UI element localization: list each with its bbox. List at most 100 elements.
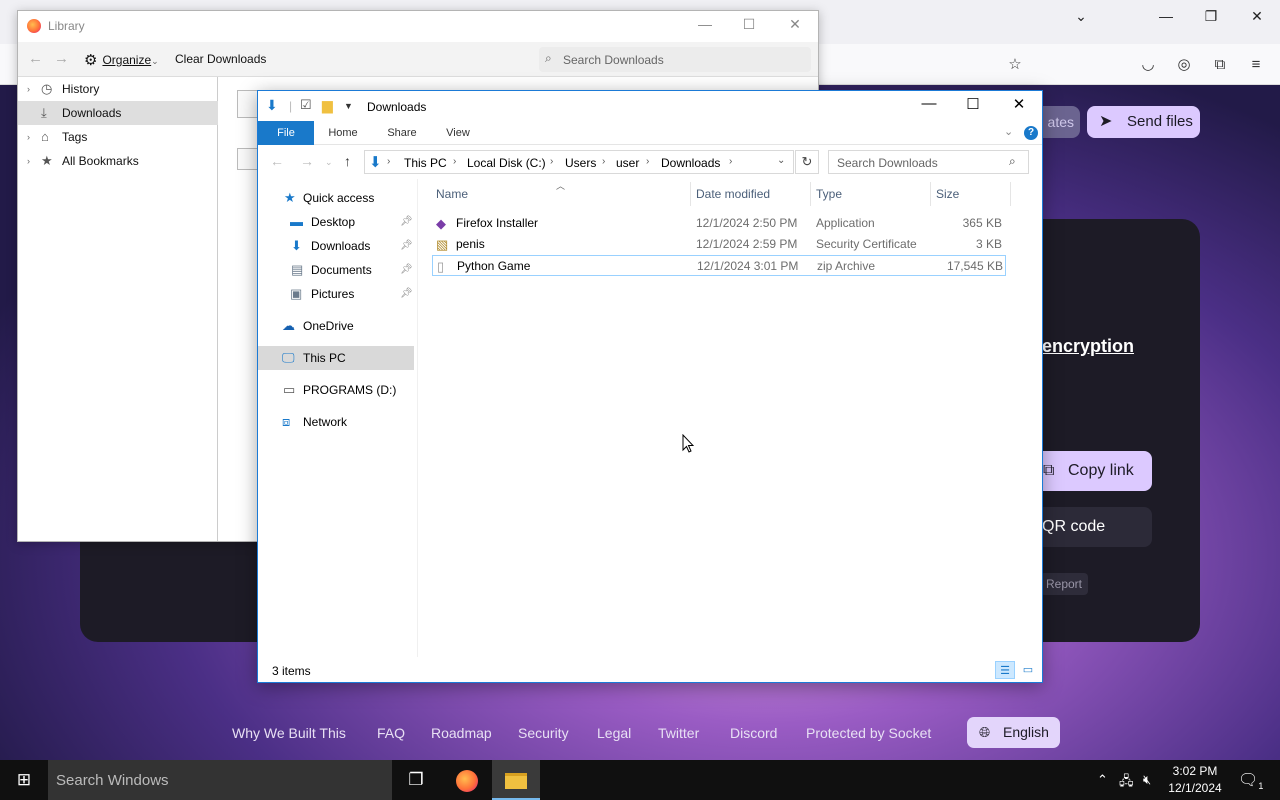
- library-minimize-button[interactable]: —: [682, 16, 728, 32]
- breadcrumb-user[interactable]: user: [616, 156, 639, 170]
- forward-arrow-icon[interactable]: →: [54, 50, 69, 67]
- network-tray-icon[interactable]: 🖧︎: [1119, 772, 1134, 794]
- task-view-icon[interactable]: ❐: [392, 760, 440, 800]
- copy-link-button[interactable]: ⧉ Copy link: [1035, 451, 1152, 491]
- breadcrumb-downloads[interactable]: Downloads: [661, 156, 720, 170]
- help-icon[interactable]: ?: [1024, 126, 1038, 140]
- explorer-titlebar: ⬇ | ☑ ▆ ▼ Downloads — ☐ ✕: [258, 91, 1042, 121]
- download-folder-icon: ⬇: [266, 97, 278, 113]
- sidebar-item-tags[interactable]: › ⌂ Tags: [18, 125, 218, 149]
- nav-this-pc[interactable]: 🖵︎ This PC: [258, 346, 414, 370]
- qr-code-button[interactable]: QR code: [1035, 507, 1152, 547]
- column-divider[interactable]: [1010, 182, 1011, 206]
- tab-file[interactable]: File: [258, 121, 314, 145]
- chevron-down-icon[interactable]: ⌄: [777, 155, 785, 166]
- file-explorer-taskbar-icon[interactable]: [492, 760, 540, 800]
- tab-view[interactable]: View: [436, 121, 480, 145]
- sidebar-item-all-bookmarks[interactable]: › ★ All Bookmarks: [18, 149, 218, 173]
- column-divider[interactable]: [930, 182, 931, 206]
- column-header-type[interactable]: Type: [816, 187, 842, 201]
- sidebar-item-downloads[interactable]: ⤓ Downloads: [18, 101, 218, 125]
- computer-icon: 🖵︎: [282, 350, 295, 365]
- navigation-pane: ★ Quick access ▬ Desktop 📌︎ ⬇ Downloads …: [258, 179, 418, 657]
- details-view-icon[interactable]: ☰: [995, 661, 1015, 679]
- file-row[interactable]: ◆ Firefox Installer 12/1/2024 2:50 PM Ap…: [432, 213, 1006, 234]
- clear-downloads-button[interactable]: Clear Downloads: [175, 52, 266, 66]
- footer-link[interactable]: Twitter: [658, 725, 699, 741]
- language-button[interactable]: 🌐︎ English: [967, 717, 1060, 748]
- breadcrumb-users[interactable]: Users: [565, 156, 596, 170]
- organize-menu[interactable]: ⚙ Organize⌄: [84, 51, 159, 69]
- expand-chevron-icon[interactable]: ›: [27, 77, 30, 101]
- star-icon: ★: [41, 153, 53, 168]
- pocket-icon[interactable]: ◡: [1137, 54, 1159, 76]
- back-arrow-icon[interactable]: ←: [270, 153, 284, 169]
- explorer-maximize-button[interactable]: ☐: [950, 95, 996, 113]
- nav-documents[interactable]: ▤ Documents 📌︎: [258, 258, 414, 282]
- column-header-name[interactable]: Name: [436, 187, 468, 201]
- chevron-up-icon[interactable]: ⌃: [1097, 772, 1108, 788]
- footer-link[interactable]: Protected by Socket: [806, 725, 931, 741]
- tabs-dropdown-icon[interactable]: ⌄: [1058, 8, 1104, 25]
- expand-chevron-icon[interactable]: ›: [27, 149, 30, 173]
- footer-link[interactable]: Roadmap: [431, 725, 492, 741]
- report-button[interactable]: Report: [1040, 573, 1088, 595]
- nav-onedrive[interactable]: ☁ OneDrive: [258, 314, 414, 338]
- sidebar-item-history[interactable]: › ◷ History: [18, 77, 218, 101]
- tab-share[interactable]: Share: [378, 121, 426, 145]
- nav-downloads[interactable]: ⬇ Downloads 📌︎: [258, 234, 414, 258]
- recent-locations-icon[interactable]: ⌄: [325, 157, 333, 168]
- footer-link[interactable]: Discord: [730, 725, 777, 741]
- browser-close-button[interactable]: ✕: [1234, 8, 1280, 25]
- footer-link[interactable]: Why We Built This: [232, 725, 346, 741]
- customize-toolbar-icon[interactable]: ▼: [344, 101, 353, 111]
- library-close-button[interactable]: ✕: [772, 16, 818, 33]
- nav-programs-drive[interactable]: ▭ PROGRAMS (D:): [258, 378, 414, 402]
- column-divider[interactable]: [810, 182, 811, 206]
- new-folder-icon[interactable]: ▆: [322, 97, 333, 114]
- nav-pictures[interactable]: ▣ Pictures 📌︎: [258, 282, 414, 306]
- firefox-taskbar-icon[interactable]: [443, 760, 491, 800]
- browser-maximize-button[interactable]: ❐: [1188, 8, 1234, 25]
- library-maximize-button[interactable]: ☐: [726, 16, 772, 33]
- explorer-search-input[interactable]: Search Downloads ⌕: [828, 150, 1029, 174]
- explorer-minimize-button[interactable]: —: [906, 95, 952, 112]
- browser-minimize-button[interactable]: —: [1143, 8, 1189, 24]
- system-clock[interactable]: 3:02 PM 12/1/2024: [1162, 763, 1228, 797]
- properties-icon[interactable]: ☑: [300, 97, 312, 113]
- file-row[interactable]: ▧ penis 12/1/2024 2:59 PM Security Certi…: [432, 234, 1006, 255]
- column-divider[interactable]: [690, 182, 691, 206]
- nav-network[interactable]: ⧈ Network: [258, 410, 414, 434]
- account-icon[interactable]: ◎: [1173, 54, 1195, 76]
- footer-link[interactable]: Legal: [597, 725, 631, 741]
- back-arrow-icon[interactable]: ←: [28, 50, 43, 67]
- column-header-size[interactable]: Size: [936, 187, 959, 201]
- breadcrumb-this-pc[interactable]: This PC: [404, 156, 447, 170]
- library-search-input[interactable]: ⌕ Search Downloads: [539, 47, 811, 72]
- footer-link[interactable]: Security: [518, 725, 569, 741]
- extensions-icon[interactable]: ⧉: [1209, 54, 1231, 76]
- nav-desktop[interactable]: ▬ Desktop 📌︎: [258, 210, 414, 234]
- app-menu-icon[interactable]: ≡: [1245, 54, 1267, 76]
- tab-home[interactable]: Home: [320, 121, 366, 145]
- expand-chevron-icon[interactable]: ›: [27, 125, 30, 149]
- taskbar-search-input[interactable]: Search Windows: [48, 760, 392, 800]
- address-bar[interactable]: ⬇ › This PC › Local Disk (C:) › Users › …: [364, 150, 794, 174]
- column-header-date[interactable]: Date modified: [696, 187, 770, 201]
- volume-muted-icon[interactable]: 🔇︎: [1143, 772, 1151, 788]
- bookmark-star-icon[interactable]: ☆: [1004, 54, 1026, 76]
- refresh-icon[interactable]: ↻: [795, 150, 819, 174]
- large-icons-view-icon[interactable]: ▭: [1018, 661, 1038, 679]
- breadcrumb-local-disk[interactable]: Local Disk (C:): [467, 156, 546, 170]
- explorer-close-button[interactable]: ✕: [996, 95, 1042, 113]
- file-row[interactable]: ▯ Python Game 12/1/2024 3:01 PM zip Arch…: [432, 255, 1006, 276]
- windows-start-icon[interactable]: ⊞: [0, 760, 48, 800]
- send-files-button[interactable]: ➤ Send files: [1087, 106, 1200, 138]
- expand-ribbon-icon[interactable]: ⌄: [1004, 125, 1013, 138]
- forward-arrow-icon[interactable]: →: [300, 153, 314, 169]
- footer-link[interactable]: FAQ: [377, 725, 405, 741]
- nav-quick-access[interactable]: ★ Quick access: [258, 186, 414, 210]
- up-arrow-icon[interactable]: ↑: [344, 153, 351, 169]
- encryption-link[interactable]: encryption: [1042, 336, 1134, 357]
- notification-center-icon[interactable]: 🗨︎1: [1238, 770, 1263, 791]
